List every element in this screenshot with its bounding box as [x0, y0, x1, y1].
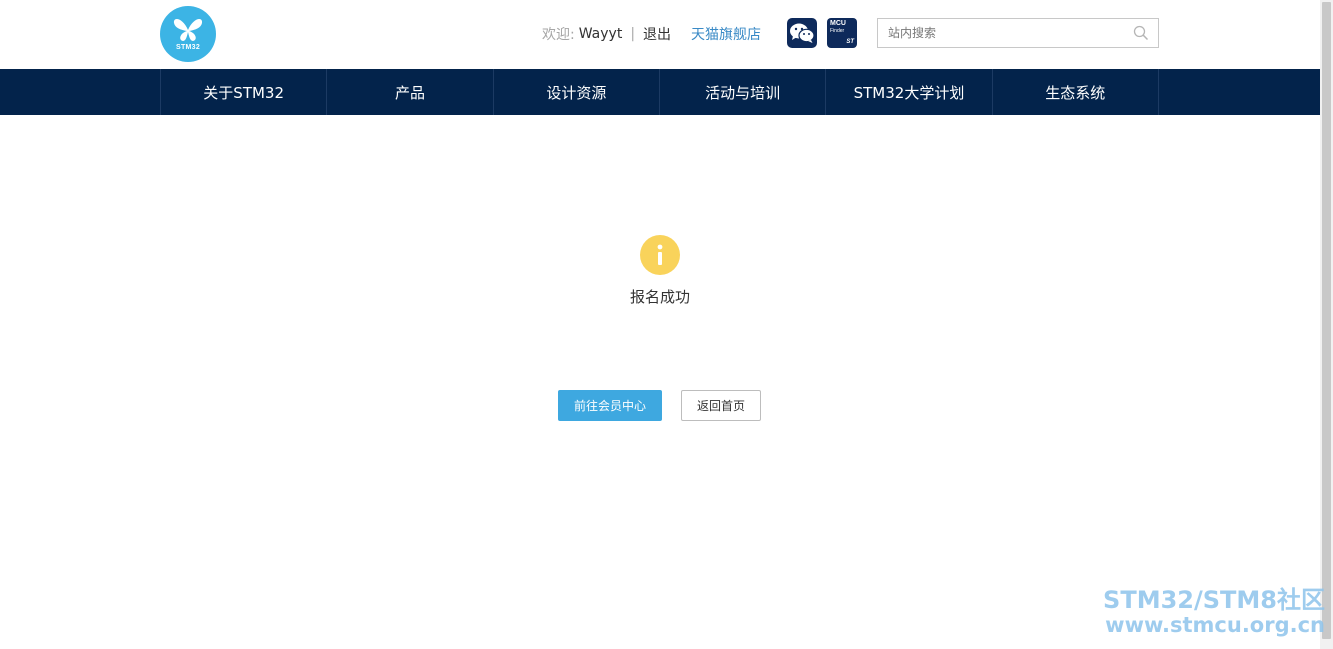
scrollbar-thumb[interactable] — [1322, 2, 1331, 639]
stm32-logo[interactable]: STM32 — [160, 6, 216, 62]
welcome-label: 欢迎: — [542, 27, 575, 43]
nav-item-design-resources[interactable]: 设计资源 — [494, 69, 660, 115]
site-search — [877, 18, 1159, 48]
logo-text: STM32 — [175, 43, 201, 51]
username: Wayyt — [578, 26, 623, 42]
mcu-finder-subtitle: Finder — [830, 28, 845, 34]
nav-item-products[interactable]: 产品 — [327, 69, 494, 115]
nav-item-events-training[interactable]: 活动与培训 — [660, 69, 827, 115]
page: STM32 欢迎: Wayyt | 退出 天猫旗舰店 MCU Finder ST… — [0, 0, 1333, 649]
vertical-scrollbar[interactable] — [1320, 0, 1333, 649]
watermark: STM32/STM8社区 www.stmcu.org.cn — [1103, 587, 1325, 637]
search-input[interactable] — [878, 19, 1118, 47]
separator: | — [630, 26, 636, 42]
watermark-line1: STM32/STM8社区 — [1103, 586, 1325, 614]
butterfly-icon — [173, 18, 203, 41]
member-center-button[interactable]: 前往会员中心 — [558, 390, 662, 421]
back-home-button[interactable]: 返回首页 — [681, 390, 761, 421]
main-nav: 关于STM32 产品 设计资源 活动与培训 STM32大学计划 生态系统 — [0, 69, 1320, 115]
logout-link[interactable]: 退出 — [643, 24, 671, 44]
mcu-finder-title: MCU — [830, 20, 846, 27]
site-header: STM32 欢迎: Wayyt | 退出 天猫旗舰店 MCU Finder ST… — [0, 0, 1320, 69]
wechat-icon — [790, 23, 815, 43]
search-icon[interactable] — [1133, 25, 1149, 41]
nav-item-ecosystem[interactable]: 生态系统 — [993, 69, 1159, 115]
mcu-finder-button[interactable]: MCU Finder ST — [827, 18, 857, 48]
welcome-bar: 欢迎: Wayyt | 退出 天猫旗舰店 — [542, 24, 761, 44]
watermark-line2: www.stmcu.org.cn — [1105, 613, 1325, 637]
nav-item-university[interactable]: STM32大学计划 — [826, 69, 993, 115]
nav-item-about[interactable]: 关于STM32 — [161, 69, 328, 115]
info-icon — [640, 235, 680, 275]
wechat-button[interactable] — [787, 18, 817, 48]
tmall-store-link[interactable]: 天猫旗舰店 — [691, 24, 761, 44]
st-brand-icon: ST — [846, 39, 854, 45]
status-message: 报名成功 — [629, 288, 690, 306]
